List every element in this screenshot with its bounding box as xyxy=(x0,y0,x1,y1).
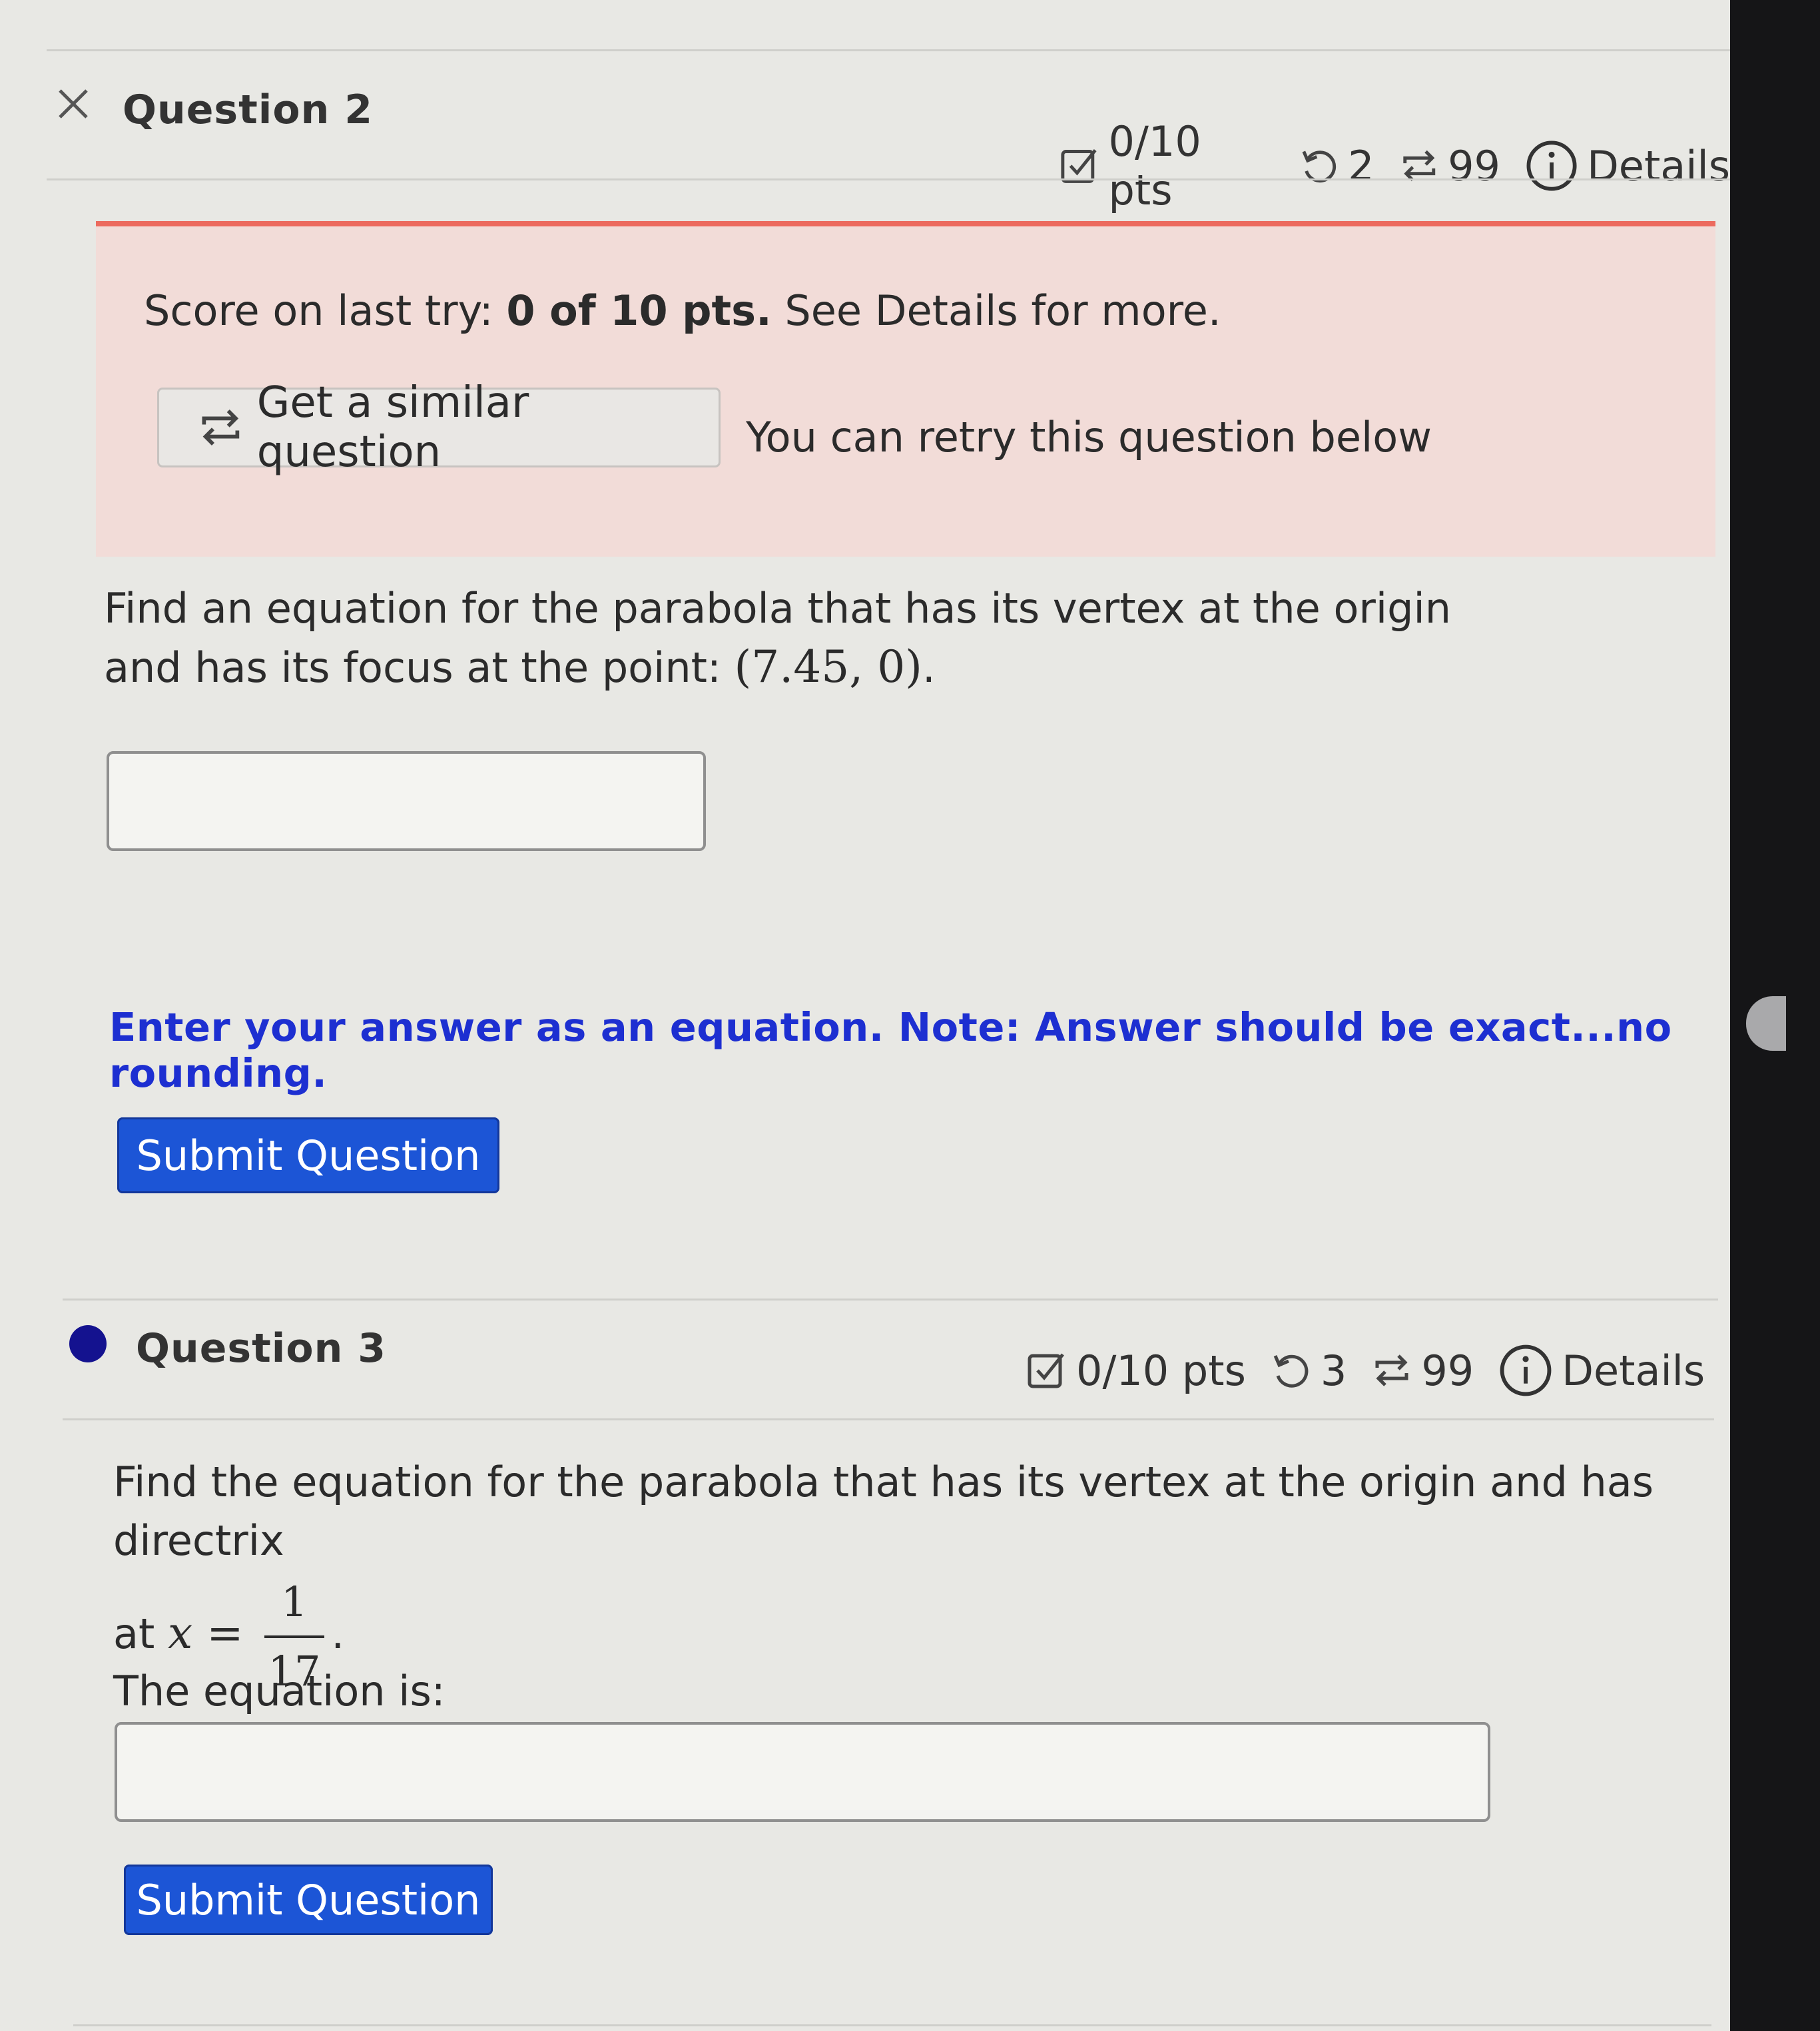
last-score-value: 0 of 10 pts. xyxy=(506,286,772,335)
retry-banner: Score on last try: 0 of 10 pts. See Deta… xyxy=(96,221,1715,557)
fraction-numerator: 1 xyxy=(281,1578,308,1626)
retry-icon xyxy=(1302,150,1336,183)
top-divider xyxy=(47,49,1782,51)
question-2-prompt-line2: and has its focus at the point: (7.45, 0… xyxy=(104,641,936,693)
retry-icon xyxy=(1273,1354,1309,1388)
points-label: 0/10 pts xyxy=(1076,1346,1246,1395)
question-3-meta: 0/10 pts 3 99 Details xyxy=(1026,1342,1705,1398)
retries-count: 99 xyxy=(1421,1346,1474,1395)
retries-count: 99 xyxy=(1448,141,1500,190)
question-2-prompt-line1: Find an equation for the parabola that h… xyxy=(104,584,1451,633)
checkbox-icon xyxy=(1061,149,1097,183)
header-divider xyxy=(63,1418,1714,1420)
equation-label: The equation is: xyxy=(113,1667,446,1715)
points-label: 0/10 pts xyxy=(1108,117,1201,214)
last-score-text: Score on last try: 0 of 10 pts. See Deta… xyxy=(144,286,1221,335)
checkbox-icon xyxy=(1028,1353,1064,1388)
bottom-divider xyxy=(73,2024,1711,2026)
swap-icon xyxy=(1402,150,1435,182)
info-icon[interactable] xyxy=(1498,1342,1554,1398)
question-2-prompt: Find an equation for the parabola that h… xyxy=(104,579,1451,697)
attempts-count: 2 xyxy=(1348,141,1374,190)
question-3-answer-input[interactable] xyxy=(115,1722,1490,1822)
question-3-submit-button[interactable]: Submit Question xyxy=(124,1865,493,1935)
swap-icon xyxy=(1375,1354,1408,1386)
attempts-count: 3 xyxy=(1320,1346,1347,1395)
question-2-answer-input[interactable] xyxy=(107,751,706,851)
header-divider xyxy=(47,178,1778,180)
get-similar-question-button[interactable]: Get a similar question xyxy=(157,378,721,477)
question-separator xyxy=(63,1299,1718,1301)
question-2-meta: 0/10 pts 2 99 Details xyxy=(1059,117,1730,214)
details-link[interactable]: Details xyxy=(1587,142,1730,190)
swap-icon xyxy=(202,409,240,446)
question-3-prompt-line1: Find the equation for the parabola that … xyxy=(113,1458,1654,1565)
details-link[interactable]: Details xyxy=(1562,1346,1705,1395)
close-icon[interactable] xyxy=(55,85,92,123)
question-2-submit-button[interactable]: Submit Question xyxy=(117,1117,499,1193)
info-icon[interactable] xyxy=(1524,138,1579,194)
focus-point: (7.45, 0) xyxy=(734,641,922,693)
answer-format-hint: Enter your answer as an equation. Note: … xyxy=(109,1004,1672,1096)
browser-viewport: Question 2 0/10 pts 2 99 Details Score o… xyxy=(0,0,1782,2031)
get-similar-question-label: Get a similar question xyxy=(256,378,529,477)
question-card: Question 2 0/10 pts 2 99 Details Score o… xyxy=(0,0,1782,2031)
retry-note: You can retry this question below xyxy=(746,413,1432,461)
question-3-title: Question 3 xyxy=(136,1325,386,1372)
status-dot-icon xyxy=(69,1325,107,1362)
question-2-title: Question 2 xyxy=(123,87,373,133)
directrix-variable: x xyxy=(168,1607,193,1659)
